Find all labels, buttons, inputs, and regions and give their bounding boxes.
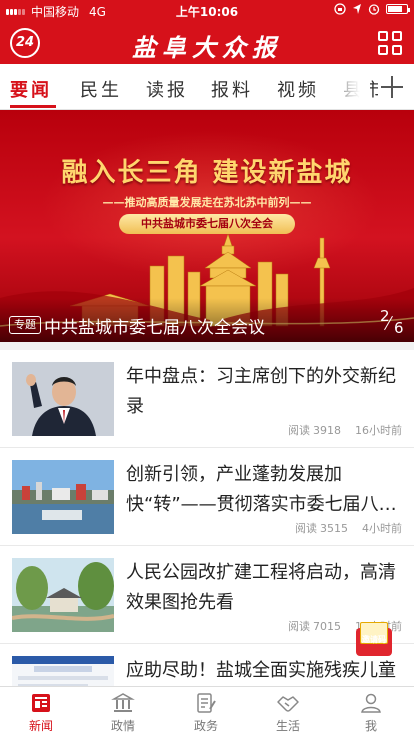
tab-fade (320, 64, 370, 109)
news-thumbnail (12, 460, 114, 534)
read-label: 阅读 (295, 522, 317, 535)
news-item[interactable]: 人民公园改扩建工程将启动，高清效果图抢先看 阅读701516小时前 (0, 546, 414, 644)
newspaper-icon (32, 694, 50, 712)
tab-livelihood[interactable]: 民生 (80, 76, 122, 102)
bottom-tab-me[interactable]: 我 (341, 691, 401, 734)
bottom-tab-label: 政务 (193, 719, 218, 733)
read-count: 3918 (313, 424, 341, 437)
tab-headlines[interactable]: 要闻 (10, 76, 52, 102)
banner-pager: 2 6 (380, 307, 406, 337)
news-thumbnail (12, 558, 114, 632)
app-header: 中国移动 4G 上午10:06 24 盐阜大众报 (0, 0, 414, 64)
read-count: 3515 (320, 522, 348, 535)
bottom-tab-label: 新闻 (28, 719, 53, 733)
news-headline: 创新引领，产业蓬勃发展加快“转”——贯彻落实市委七届八次全会精神 (126, 464, 397, 515)
news-meta: 阅读 3515 4小时前 (295, 520, 402, 536)
bottom-tab-label: 我 (364, 719, 377, 733)
tab-video[interactable]: 视频 (277, 76, 319, 102)
bottom-tab-bar: 新闻 政情 政务 生活 我 (0, 686, 414, 736)
news-item[interactable]: 年中盘点：习主席创下的外交新纪录 阅读 3918 16小时前 (0, 350, 414, 448)
publish-time: 4小时前 (362, 522, 402, 535)
status-bar: 中国移动 4G 上午10:06 (0, 0, 414, 20)
invite-code-button[interactable]: 邀请码 (356, 622, 392, 656)
add-channel-icon[interactable] (378, 73, 406, 101)
bottom-tab-news[interactable]: 新闻 (11, 691, 71, 734)
location-icon (353, 4, 361, 14)
rotation-lock-icon (334, 3, 346, 15)
featured-banner[interactable]: 融入长三角 建设新盐城 ——推动高质量发展走在苏北苏中前列—— 中共盐城市委七届… (0, 110, 414, 342)
handshake-icon (277, 696, 299, 712)
bottom-tab-politics[interactable]: 政情 (93, 691, 153, 734)
user-icon (361, 693, 381, 713)
publish-time: 16小时前 (355, 424, 402, 437)
pager-total: 6 (394, 319, 404, 337)
tab-newspaper[interactable]: 读报 (146, 76, 188, 102)
banner-headline: 融入长三角 建设新盐城 (61, 158, 353, 188)
alarm-icon (368, 4, 380, 15)
grid-menu-icon[interactable] (378, 31, 402, 55)
read-label: 阅读 (288, 424, 310, 437)
bottom-tab-services[interactable]: 政务 (176, 691, 236, 734)
news-meta: 阅读 3918 16小时前 (288, 422, 402, 438)
news-headline: 人民公园改扩建工程将启动，高清效果图抢先看 (126, 562, 396, 613)
special-topic-badge: 专题 (9, 316, 41, 334)
channel-tabs: 要闻 民生 读报 报料 视频 县市 (0, 64, 414, 110)
app-title: 盐阜大众报 (132, 33, 282, 62)
invite-code-label: 邀请码 (362, 635, 386, 644)
active-tab-indicator (10, 105, 56, 108)
battery-icon (386, 4, 410, 14)
read-label: 阅读 (288, 620, 310, 633)
bottom-tab-life[interactable]: 生活 (258, 691, 318, 734)
bottom-tab-label: 政情 (110, 719, 135, 733)
bottom-tab-label: 生活 (275, 719, 300, 733)
news-headline: 年中盘点：习主席创下的外交新纪录 (126, 366, 396, 417)
news-item[interactable]: 创新引领，产业蓬勃发展加快“转”——贯彻落实市委七届八次全会精神 阅读3515 4… (0, 448, 414, 546)
news-thumbnail (12, 362, 114, 436)
banner-caption: 中共盐城市委七届八次全会议 (44, 318, 265, 338)
document-pen-icon (197, 693, 216, 713)
tab-tips[interactable]: 报料 (211, 76, 253, 102)
read-count: 7015 (313, 620, 341, 633)
government-building-icon (111, 693, 135, 712)
banner-subline: ——推动高质量发展走在苏北苏中前列—— (102, 196, 312, 209)
